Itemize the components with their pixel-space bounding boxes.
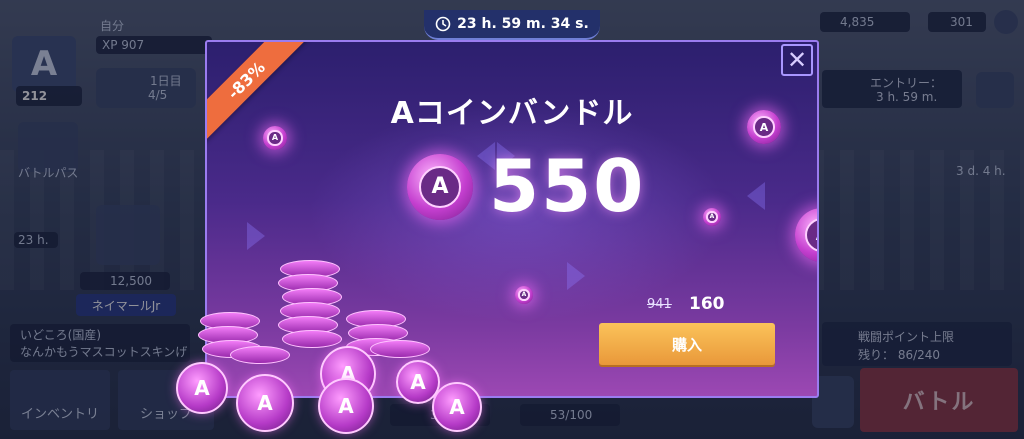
original-price: 941: [647, 297, 672, 312]
floating-coin-icon: A: [515, 286, 533, 304]
pile-coin-icon: A: [396, 360, 440, 404]
floating-coin-icon: A: [703, 208, 721, 226]
close-button[interactable]: ✕: [781, 44, 813, 76]
stack-coin: [282, 330, 342, 348]
pile-coin-icon: A: [236, 374, 294, 432]
bundle-title: Aコインバンドル: [390, 96, 634, 131]
offer-timer: 23 h. 59 m. 34 s.: [424, 10, 600, 40]
clock-icon: [435, 16, 451, 32]
close-icon: ✕: [786, 46, 808, 74]
floating-coin-icon: A: [747, 110, 781, 144]
floating-coin-icon: A: [263, 126, 287, 150]
pile-coin-icon: A: [176, 362, 228, 414]
deco-triangle: [247, 222, 265, 250]
pile-coin-icon: A: [318, 378, 374, 434]
stack-coin: [370, 340, 430, 358]
coin-amount: 550: [489, 144, 646, 228]
pile-coin-icon: A: [432, 382, 482, 432]
floating-coin-icon: A: [795, 208, 817, 262]
deco-triangle: [747, 182, 765, 210]
buy-button[interactable]: 購入: [599, 323, 775, 365]
sale-price: 160: [689, 294, 725, 314]
timer-text: 23 h. 59 m. 34 s.: [457, 16, 589, 32]
coin-pile-image: A A A A A A: [170, 250, 510, 439]
deco-triangle: [567, 262, 585, 290]
a-coin-icon: A: [407, 154, 473, 220]
buy-label: 購入: [671, 335, 702, 354]
stack-coin: [230, 346, 290, 364]
